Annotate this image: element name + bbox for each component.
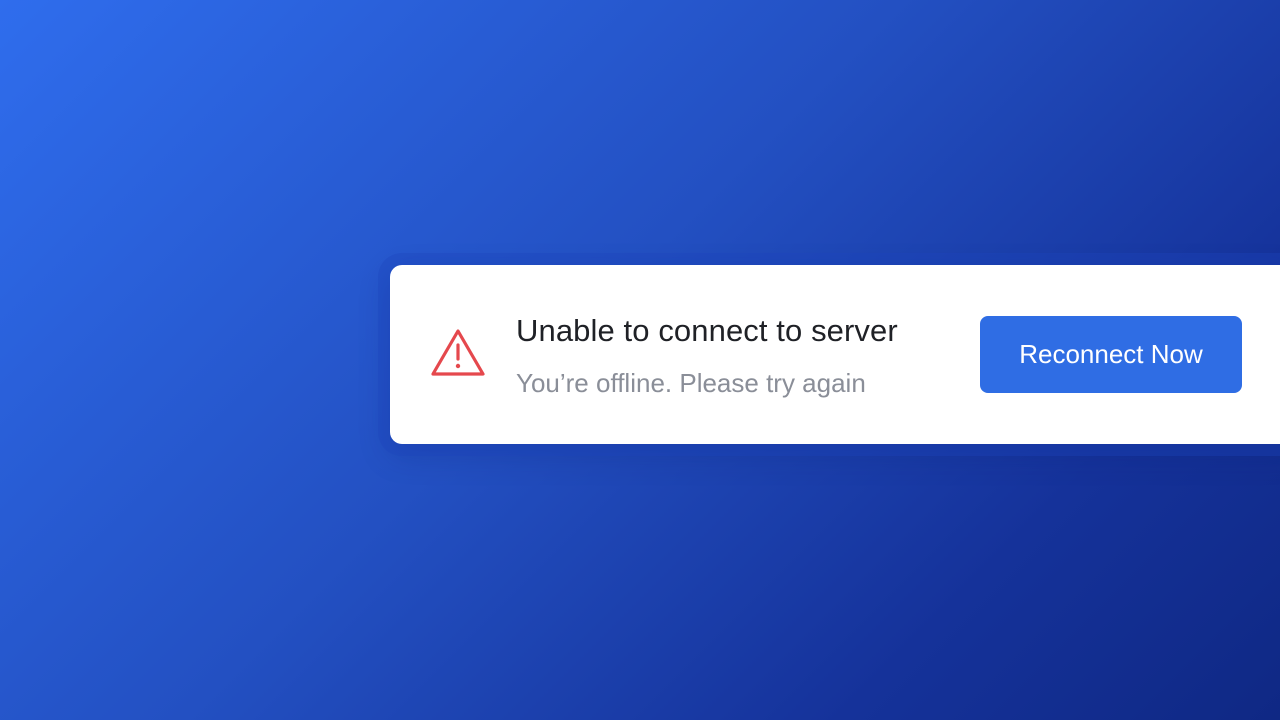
warning-triangle-icon	[430, 327, 486, 379]
reconnect-button[interactable]: Reconnect Now	[980, 316, 1242, 393]
connection-error-toast: Unable to connect to server You’re offli…	[390, 265, 1280, 444]
toast-title: Unable to connect to server	[516, 313, 898, 348]
toast-message: You’re offline. Please try again	[516, 368, 866, 398]
